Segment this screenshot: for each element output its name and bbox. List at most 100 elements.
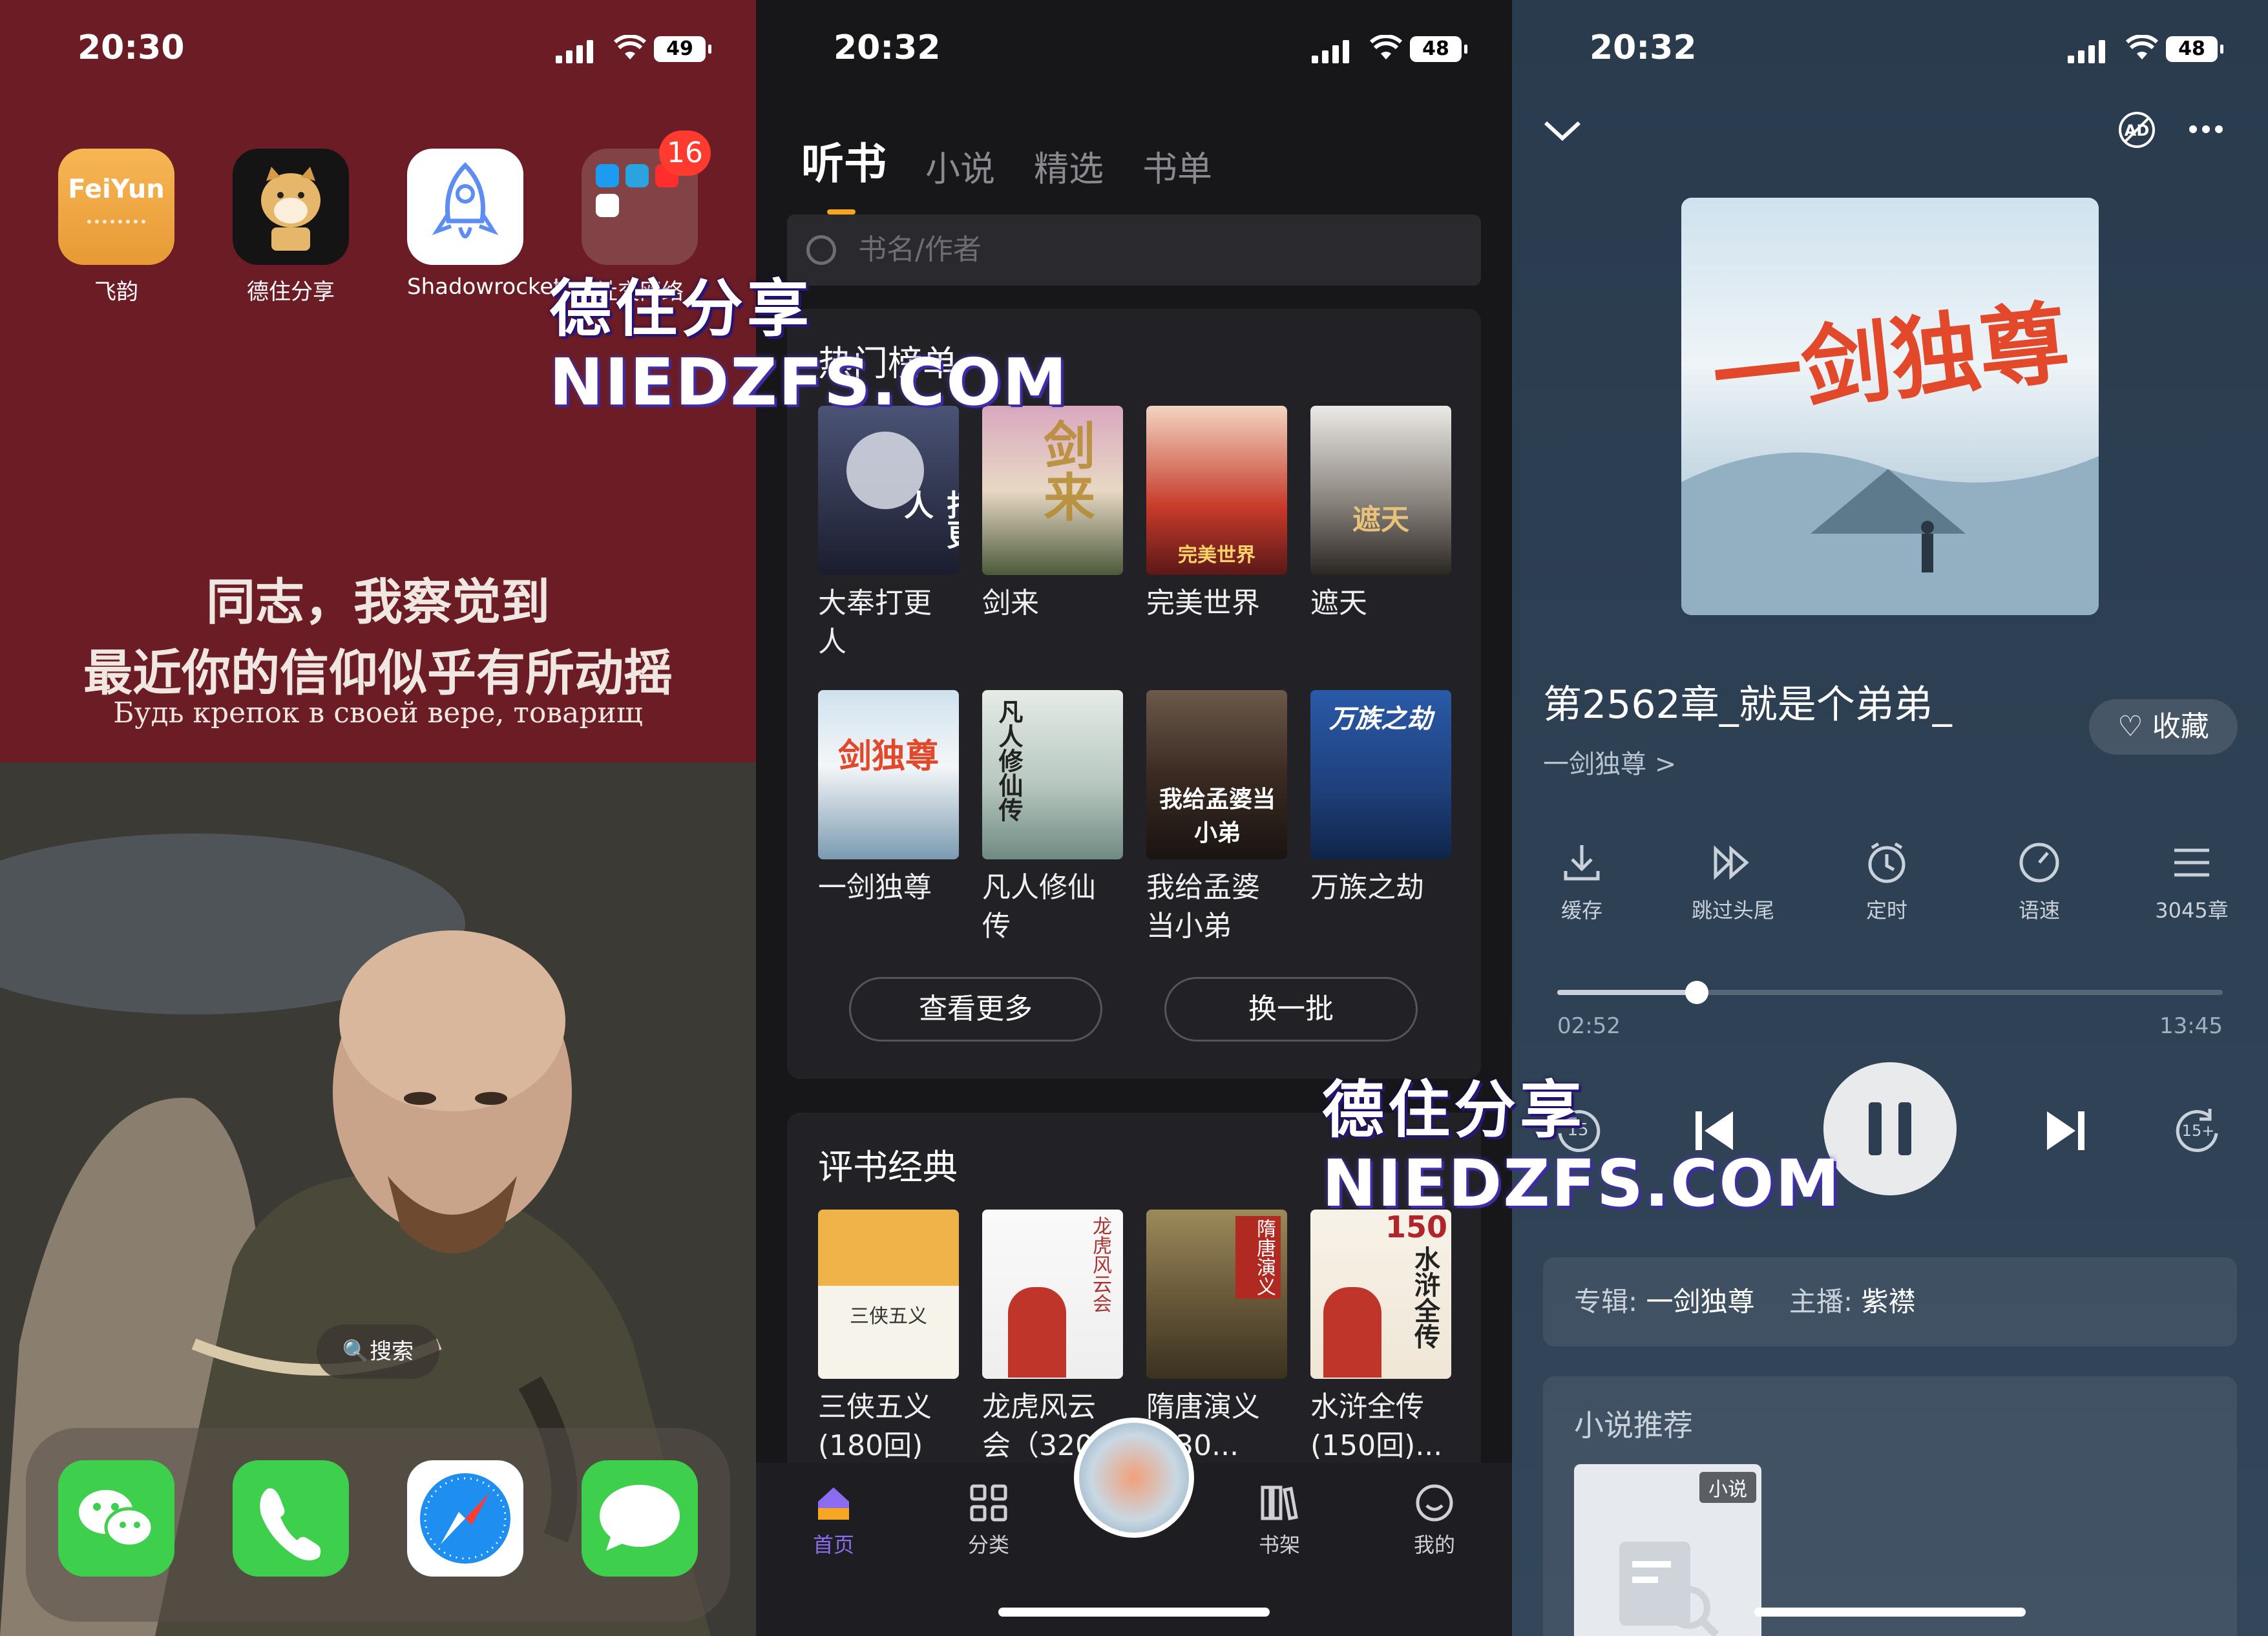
book-cover: 150 水浒全传 (1310, 1210, 1451, 1379)
progress-knob[interactable] (1685, 981, 1709, 1004)
pause-icon (1869, 1102, 1882, 1155)
book-title: 完美世界 (1146, 587, 1260, 620)
next-track-icon[interactable] (2043, 1107, 2090, 1154)
book-item[interactable]: 万族之劫 万族之劫 (1310, 690, 1451, 907)
app-folder-social[interactable]: 16 社交网络 (582, 131, 711, 306)
tab-booklist[interactable]: 书单 (1142, 140, 1212, 191)
book-item[interactable]: 打更人 大奉打更人 (818, 406, 959, 662)
book-title: 我给孟婆当小弟 (1146, 871, 1260, 943)
favorite-button[interactable]: ♡ 收藏 (2089, 699, 2238, 755)
book-item[interactable]: 隋唐演义 隋唐演义(230... (1146, 1210, 1287, 1465)
book-cover: 遮天 (1310, 406, 1451, 575)
status-time: 20:30 (78, 28, 185, 67)
chevron-down-icon[interactable] (1542, 116, 1583, 145)
app-wechat[interactable] (58, 1460, 174, 1577)
previous-track-icon[interactable] (1690, 1107, 1737, 1154)
recommend-thumbnail[interactable]: 小说 (1574, 1464, 1761, 1636)
status-bar: 20:32 48 (756, 0, 1512, 97)
skip-intro-button[interactable]: 跳过头尾 (1681, 840, 1785, 924)
book-title: 凡人修仙传 (982, 871, 1096, 943)
tab-category[interactable]: 分类 (943, 1482, 1034, 1558)
book-item[interactable]: 遮天 遮天 (1310, 406, 1451, 623)
spotlight-search-button[interactable]: 🔍搜索 (317, 1325, 439, 1379)
book-item[interactable]: 凡人修仙传 凡人修仙传 (982, 690, 1123, 946)
book-item[interactable]: 完美世界 完美世界 (1146, 406, 1287, 623)
app-phone[interactable] (233, 1460, 349, 1577)
app-messages[interactable] (582, 1460, 698, 1577)
tab-novel[interactable]: 小说 (925, 140, 995, 191)
status-bar: 20:30 49 (0, 0, 756, 97)
album-name: 一剑独尊 (1646, 1286, 1755, 1317)
more-icon[interactable] (2188, 123, 2224, 136)
no-ads-icon[interactable]: AD (2117, 110, 2157, 150)
now-playing-disc[interactable] (1074, 1418, 1194, 1538)
app-dezhu[interactable]: 德住分享 (233, 149, 349, 306)
battery-icon: 49 (654, 36, 711, 62)
tab-featured[interactable]: 精选 (1034, 140, 1104, 191)
quote-line-2: 最近你的信仰似乎有所动摇 (83, 644, 673, 702)
novel-tag: 小说 (1699, 1472, 1756, 1503)
battery-icon: 48 (2166, 36, 2223, 62)
current-time: 02:52 (1557, 1013, 1621, 1039)
album-info-bar[interactable]: 专辑: 一剑独尊 主播: 紫襟 (1543, 1257, 2237, 1347)
top-tabs: 听书 小说 精选 书单 (801, 129, 1251, 215)
wifi-icon (614, 35, 646, 59)
notification-badge: 16 (659, 131, 711, 176)
album-link[interactable]: 一剑独尊 > (1543, 743, 1676, 781)
download-button[interactable]: 缓存 (1530, 840, 1633, 924)
speed-button[interactable]: 语速 (1988, 840, 2091, 924)
status-time: 20:32 (834, 28, 941, 67)
speed-icon (2017, 840, 2062, 885)
pause-button[interactable] (1823, 1062, 1957, 1195)
status-bar: 20:32 48 (1512, 0, 2268, 97)
book-cover: 凡人修仙传 (982, 690, 1123, 859)
rocket-icon (407, 149, 523, 265)
tab-mine[interactable]: 我的 (1389, 1482, 1480, 1558)
app-shadowrocket[interactable]: Shadowrocket (407, 149, 562, 300)
book-item[interactable]: 三侠五义 三侠五义(180回) (818, 1210, 959, 1465)
wifi-icon (2126, 35, 2158, 59)
tab-home[interactable]: 首页 (788, 1482, 879, 1558)
app-label: Shadowrocket (407, 274, 562, 300)
book-cover: 隋唐演义 (1146, 1210, 1287, 1379)
book-item[interactable]: 我给孟婆当小弟 我给孟婆当小弟 (1146, 690, 1287, 946)
book-item[interactable]: 剑独尊 一剑独尊 (818, 690, 959, 907)
book-title: 水浒全传(150回)... (1310, 1390, 1443, 1462)
timer-button[interactable]: 定时 (1835, 840, 1938, 924)
app-feiyun[interactable]: FeiYun 飞韵 (58, 149, 174, 306)
home-icon (813, 1482, 854, 1524)
book-item[interactable]: 150 水浒全传 水浒全传(150回)... (1310, 1210, 1451, 1465)
app-label: 社交网络 (596, 279, 684, 305)
app-safari[interactable] (407, 1460, 523, 1577)
smile-icon (1414, 1482, 1455, 1524)
book-cover: 我给孟婆当小弟 (1146, 690, 1287, 859)
novel-recommend-card: 小说推荐 小说 (1543, 1376, 2237, 1636)
book-cover: 万族之劫 (1310, 690, 1451, 859)
section-title: 评书经典 (818, 1147, 958, 1188)
progress-slider[interactable] (1557, 981, 2223, 1004)
book-title: 三侠五义(180回) (818, 1390, 932, 1462)
quote-line-1: 同志，我察觉到 (206, 573, 550, 631)
book-title: 万族之劫 (1310, 871, 1424, 904)
chapter-list-button[interactable]: 3045章 (2140, 840, 2243, 924)
book-title: 大奉打更人 (818, 587, 932, 658)
dock (26, 1428, 730, 1622)
rewind-15-button[interactable]: 15 (1552, 1105, 1604, 1157)
view-more-button[interactable]: 查看更多 (849, 977, 1102, 1042)
search-input[interactable]: 书名/作者 (787, 215, 1481, 286)
phone-icon (233, 1460, 349, 1577)
tab-bookshelf[interactable]: 书架 (1234, 1482, 1325, 1558)
book-item[interactable]: 剑来 剑来 (982, 406, 1123, 623)
tab-listen[interactable]: 听书 (801, 129, 887, 215)
section-title: 热门榜单 (818, 343, 958, 384)
book-cover: 完美世界 (1146, 406, 1287, 575)
disc-cover (1079, 1423, 1189, 1533)
skip-icon (1710, 840, 1756, 885)
forward-15-button[interactable]: 15+ (2172, 1105, 2224, 1157)
book-title: 一剑独尊 (818, 871, 932, 904)
refresh-button[interactable]: 换一批 (1164, 977, 1418, 1042)
book-cover: 剑独尊 (818, 690, 959, 859)
book-cover: 剑来 (982, 406, 1123, 575)
signal-icon (1312, 37, 1350, 63)
chapter-title: 第2562章_就是个弟弟_ (1543, 682, 1952, 728)
